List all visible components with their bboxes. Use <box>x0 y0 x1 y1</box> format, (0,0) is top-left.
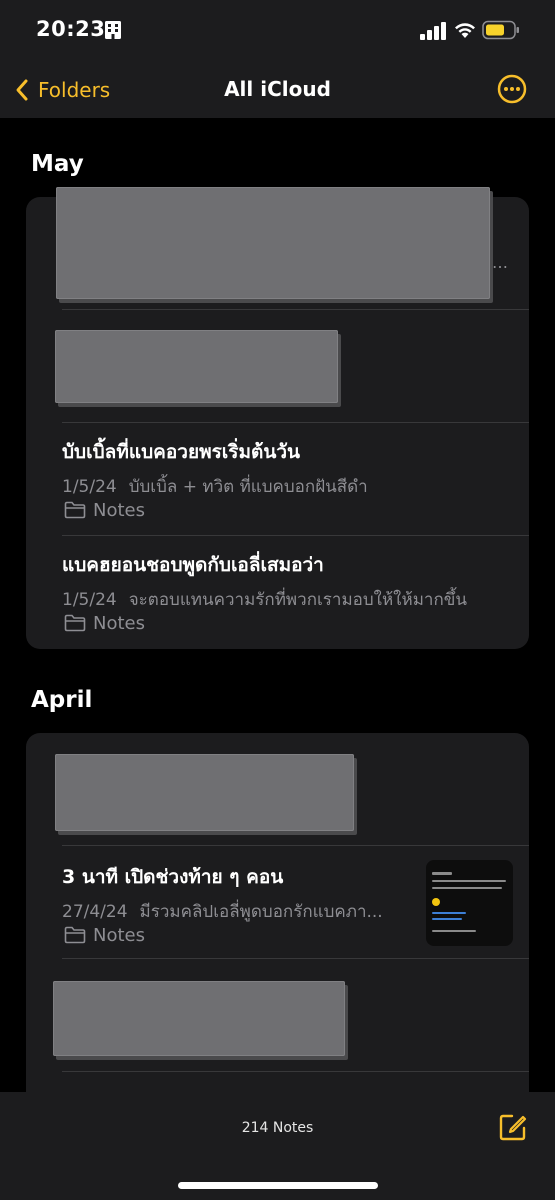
wifi-icon <box>455 23 475 38</box>
redaction-block <box>56 187 490 299</box>
building-icon <box>105 21 121 39</box>
note-folder: Notes <box>64 499 145 521</box>
note-row[interactable]: บับเบิ้ลที่แบคอวยพรเริ่มต้นวัน 1/5/24 บับ… <box>26 423 529 535</box>
note-meta: 1/5/24 จะตอบแทนความรักที่พวกเรามอบให้ให้ม… <box>62 586 467 613</box>
note-meta: 1/5/24 บับเบิ้ล + ทวิต ที่แบคบอกฝันสีดำ <box>62 473 368 500</box>
page-title: All iCloud <box>224 77 331 101</box>
folder-icon <box>64 926 86 944</box>
note-title: บับเบิ้ลที่แบคอวยพรเริ่มต้นวัน <box>62 441 301 463</box>
note-row[interactable]: แบคฮยอนชอบพูดกับเอลี่เสมอว่า 1/5/24 จะตอบ… <box>26 536 529 649</box>
note-folder-label: Notes <box>93 924 145 946</box>
redaction-block <box>53 981 345 1056</box>
note-title: 3 นาที เปิดช่วงท้าย ๆ คอน <box>62 866 284 888</box>
section-header-april: April <box>31 687 93 713</box>
divider <box>62 1071 529 1072</box>
note-date: 1/5/24 <box>62 477 117 497</box>
note-folder-label: Notes <box>93 612 145 634</box>
note-date: 27/4/24 <box>62 902 128 922</box>
note-meta: 27/4/24 มีรวมคลิปเอลี่พูดบอกรักแบคภา... <box>62 898 383 925</box>
notes-count: 214 Notes <box>241 1120 314 1136</box>
note-preview: บับเบิ้ล + ทวิต ที่แบคบอกฝันสีดำ <box>128 477 368 497</box>
more-options-icon[interactable] <box>497 74 527 104</box>
note-folder: Notes <box>64 612 145 634</box>
compose-note-icon[interactable] <box>498 1112 528 1142</box>
note-preview: จะตอบแทนความรักที่พวกเรามอบให้ให้มากขึ้น <box>128 590 467 610</box>
truncation-ellipsis: … <box>492 253 508 272</box>
bottom-toolbar: 214 Notes <box>0 1092 555 1200</box>
note-thumbnail <box>426 860 513 946</box>
folder-icon <box>64 614 86 632</box>
cellular-signal-icon <box>420 22 446 40</box>
note-title: แบคฮยอนชอบพูดกับเอลี่เสมอว่า <box>62 554 324 576</box>
note-date: 1/5/24 <box>62 590 117 610</box>
note-preview: มีรวมคลิปเอลี่พูดบอกรักแบคภา... <box>139 902 383 922</box>
note-row[interactable]: 3 นาที เปิดช่วงท้าย ๆ คอน 27/4/24 มีรวมคล… <box>26 846 529 958</box>
folder-icon <box>64 501 86 519</box>
note-folder-label: Notes <box>93 499 145 521</box>
home-indicator <box>178 1182 378 1189</box>
redaction-block <box>55 330 338 403</box>
navigation-bar: Folders All iCloud <box>0 60 555 118</box>
redaction-block <box>55 754 354 831</box>
status-time: 20:23 <box>36 17 106 41</box>
note-folder: Notes <box>64 924 145 946</box>
battery-icon <box>482 20 519 40</box>
section-header-may: May <box>31 151 84 177</box>
status-bar: 20:23 <box>0 0 555 60</box>
